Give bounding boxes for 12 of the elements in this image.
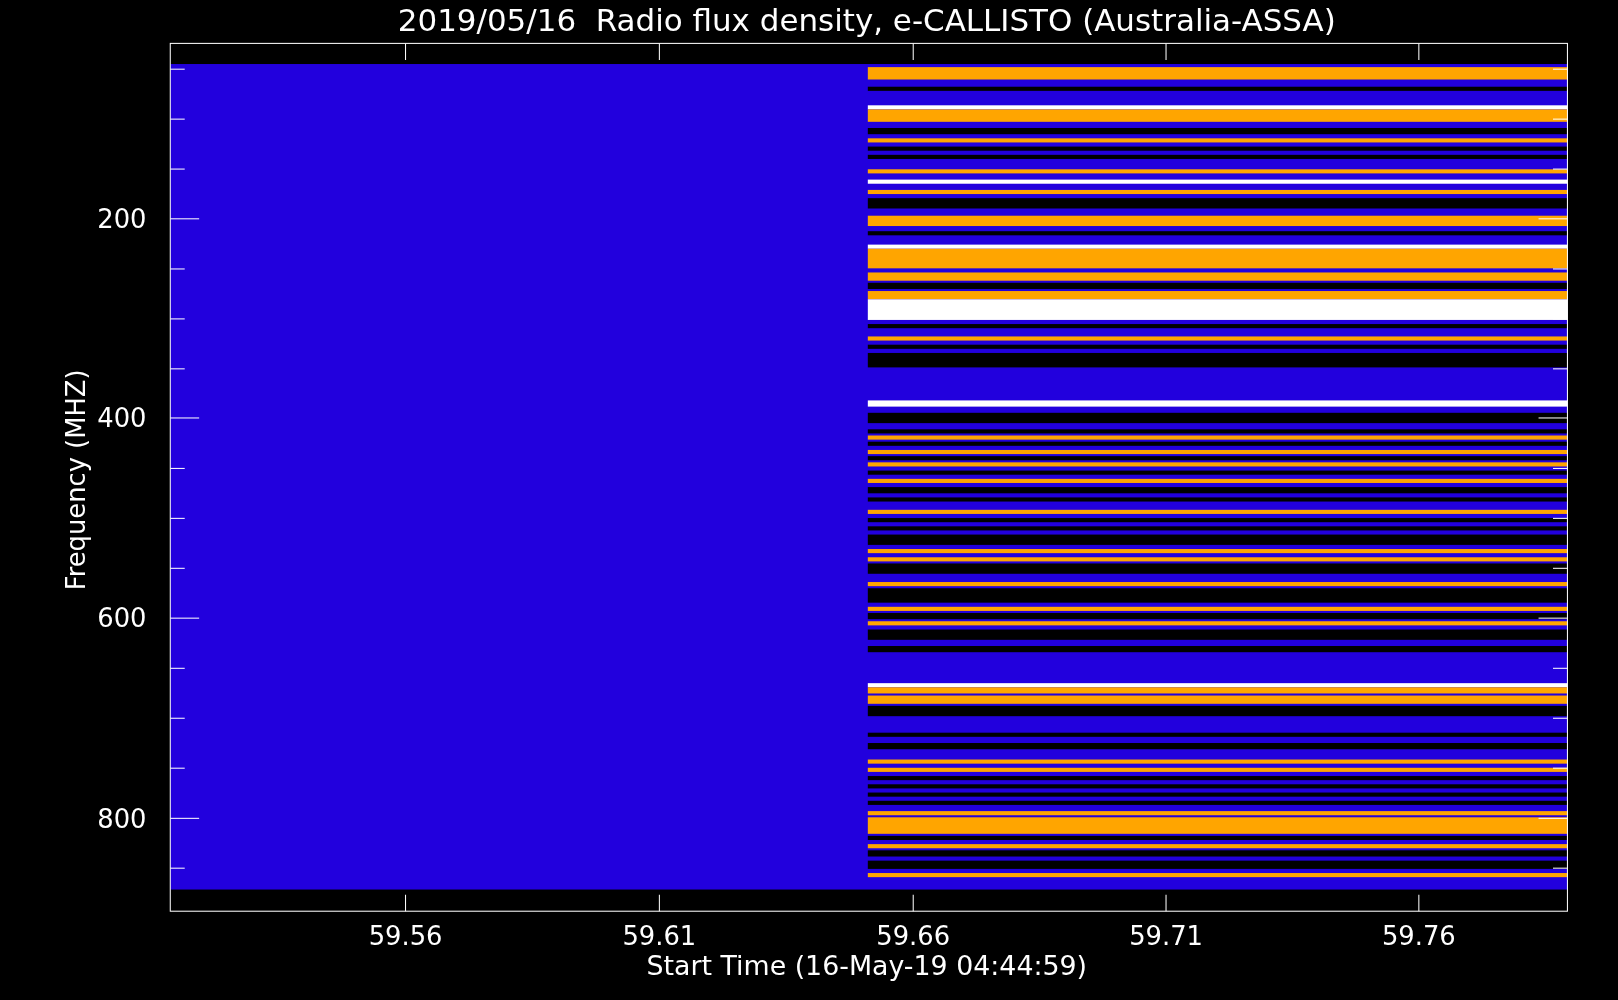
y-axis-label: Frequency (MHZ)	[60, 369, 91, 591]
y-tick-label: 800	[97, 803, 147, 834]
x-tick-label: 59.76	[1381, 921, 1456, 952]
x-tick-label: 59.56	[368, 921, 443, 952]
x-axis-label: Start Time (16-May-19 04:44:59)	[646, 950, 1088, 982]
x-tick-label: 59.71	[1129, 921, 1203, 952]
y-tick-label: 200	[97, 204, 147, 235]
y-tick-label: 400	[97, 403, 147, 434]
x-tick-label: 59.66	[876, 921, 951, 952]
chart-title: 2019/05/16 Radio flux density, e-CALLISTO (Australia-ASSA)	[397, 2, 1336, 38]
x-tick-label: 59.61	[622, 921, 697, 952]
y-tick-label: 600	[97, 603, 147, 634]
